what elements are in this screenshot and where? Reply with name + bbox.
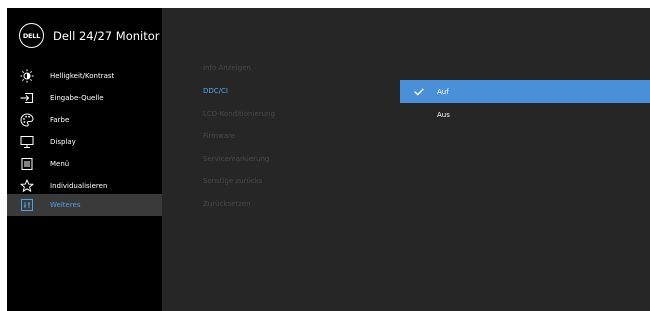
option-label: Aus (437, 110, 450, 119)
sidebar-item-others[interactable]: Weiteres (7, 194, 162, 216)
menu-item-info-anzeigen[interactable]: Info Anzeigen (203, 64, 251, 72)
checkmark-icon (414, 88, 424, 96)
menu-item-lcd-konditionierung[interactable]: LCD-Konditionierung (203, 110, 275, 118)
sidebar-item-input-source[interactable]: Eingabe-Quelle (7, 87, 162, 109)
brand-header: DELL Dell 24/27 Monitor (19, 23, 160, 48)
sidebar-item-label: Weiteres (50, 201, 81, 209)
sidebar-item-label: Menü (50, 160, 70, 168)
sidebar-item-label: Farbe (50, 116, 70, 124)
option-label: Auf (437, 87, 449, 96)
menu-item-sonstige-zuruecks[interactable]: Sonstige zurücks (203, 177, 262, 185)
star-icon (19, 178, 35, 194)
option-auf[interactable]: Auf (400, 80, 650, 103)
sidebar-item-label: Eingabe-Quelle (50, 94, 104, 102)
sidebar-item-display[interactable]: Display (7, 131, 162, 153)
sidebar-item-label: Helligkeit/Kontrast (50, 72, 115, 80)
color-palette-icon (19, 112, 35, 128)
input-source-icon (19, 90, 35, 106)
dell-logo: DELL (19, 23, 44, 48)
monitor-osd: DELL Dell 24/27 Monitor Helligkeit/Kontr… (7, 8, 650, 311)
window-title: Dell 24/27 Monitor (53, 28, 160, 43)
option-aus[interactable]: Aus (400, 103, 650, 126)
others-icon (19, 197, 35, 213)
menu-item-servicemarkierung[interactable]: Servicemarkierung (203, 155, 269, 163)
display-icon (19, 134, 35, 150)
sidebar-item-color[interactable]: Farbe (7, 109, 162, 131)
sidebar-item-label: Individualisieren (50, 182, 108, 190)
sidebar-item-label: Display (50, 138, 76, 146)
menu-item-firmware[interactable]: Firmware (203, 132, 235, 140)
sidebar-item-menu[interactable]: Menü (7, 153, 162, 175)
sidebar: DELL Dell 24/27 Monitor Helligkeit/Kontr… (7, 8, 162, 311)
menu-item-zuruecksetzen[interactable]: Zurücksetzen (203, 200, 251, 208)
brightness-icon (19, 68, 35, 84)
menu-item-ddc-ci[interactable]: DDC/CI (203, 87, 228, 95)
sidebar-item-brightness-contrast[interactable]: Helligkeit/Kontrast (7, 65, 162, 87)
menu-icon (19, 156, 35, 172)
